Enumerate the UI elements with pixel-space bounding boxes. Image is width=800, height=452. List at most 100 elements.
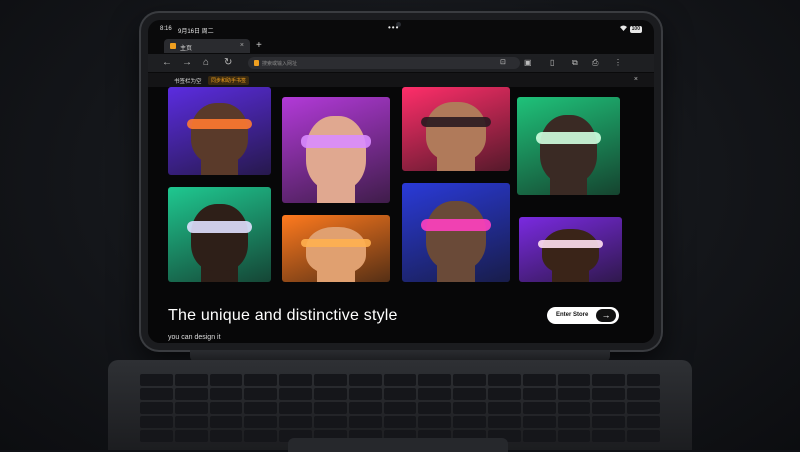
back-icon[interactable]: ← [162,57,172,69]
tab-home[interactable]: 主页 × [164,39,250,53]
gallery-photo[interactable] [517,97,620,195]
gallery-photo[interactable] [282,97,390,203]
address-bar[interactable]: 搜索或输入网址 ⊡ [248,57,520,69]
keyboard-key[interactable] [209,416,243,428]
keyboard-key[interactable] [592,374,626,386]
keyboard-key[interactable] [592,430,626,442]
page-headline: The unique and distinctive style [168,307,398,324]
keyboard-key[interactable] [627,430,660,442]
bookmarks-close-button[interactable]: × [634,76,638,83]
keyboard-key[interactable] [279,374,312,386]
keyboard-key[interactable] [174,416,208,428]
keyboard-key[interactable] [557,388,591,400]
sync-bookmarks-link[interactable]: 同步和助手书签 [208,76,250,85]
keyboard-key[interactable] [244,374,278,386]
keyboard-key[interactable] [348,388,382,400]
home-icon[interactable]: ⌂ [203,57,209,69]
keyboard-key[interactable] [487,374,521,386]
keyboard-key[interactable] [627,374,660,386]
keyboard-key[interactable] [244,430,278,442]
keyboard-key[interactable] [209,388,243,400]
keyboard-key[interactable] [418,374,452,386]
status-icons: 100 [619,25,642,33]
keyboard-key[interactable] [522,388,556,400]
keyboard-key[interactable] [140,430,173,442]
keyboard-key[interactable] [140,374,173,386]
new-tab-button[interactable]: + [256,40,262,51]
gallery-photo[interactable] [282,215,390,282]
forward-icon[interactable]: → [182,57,192,69]
scan-icon[interactable]: ⊡ [500,58,506,66]
keyboard-key[interactable] [140,402,173,414]
keyboard-key[interactable] [487,416,521,428]
keyboard-key[interactable] [487,388,521,400]
keyboard-key[interactable] [383,402,417,414]
keyboard-key[interactable] [418,402,452,414]
gallery-photo[interactable] [519,217,622,282]
gallery-photo[interactable] [168,87,271,175]
keyboard-key[interactable] [174,374,208,386]
keyboard-key[interactable] [627,416,660,428]
keyboard-key[interactable] [313,388,347,400]
bookmark-icon[interactable]: ▯ [550,58,554,67]
enter-store-button[interactable]: Enter Store → [547,307,619,324]
status-bar: 8:16 9月16日 周二 ••• 100 [148,20,654,36]
keyboard-key[interactable] [174,430,208,442]
reload-icon[interactable]: ↻ [224,57,232,69]
keyboard-key[interactable] [348,402,382,414]
keyboard-key[interactable] [627,388,660,400]
keyboard-key[interactable] [592,402,626,414]
keyboard-key[interactable] [209,374,243,386]
keyboard-key[interactable] [348,374,382,386]
keyboard-key[interactable] [348,416,382,428]
keyboard-key[interactable] [453,374,486,386]
reader-icon[interactable]: ▣ [524,58,532,67]
keyboard-key[interactable] [487,402,521,414]
gallery-photo[interactable] [402,183,510,282]
keyboard-key[interactable] [522,430,556,442]
gallery-photo[interactable] [402,87,510,171]
tab-title: 主页 [180,46,193,52]
keyboard-key[interactable] [557,402,591,414]
keyboard-key[interactable] [383,388,417,400]
keyboard-key[interactable] [313,416,347,428]
downloads-icon[interactable]: ⎙ [592,58,598,68]
more-menu-icon[interactable]: ⋮ [614,58,622,67]
keyboard-key[interactable] [279,388,312,400]
keyboard-key[interactable] [313,402,347,414]
keyboard-key[interactable] [383,416,417,428]
keyboard-key[interactable] [174,388,208,400]
keyboard-key[interactable] [522,374,556,386]
tab-close-button[interactable]: × [240,42,244,49]
keyboard-key[interactable] [418,388,452,400]
keyboard-key[interactable] [174,402,208,414]
keyboard-key[interactable] [209,430,243,442]
tablet-device: 8:16 9月16日 周二 ••• 100 主页 × + ← → ⌂ ↻ 搜索或… [141,13,661,350]
keyboard-key[interactable] [557,416,591,428]
keyboard-key[interactable] [592,416,626,428]
keyboard-key[interactable] [140,416,173,428]
keyboard-key[interactable] [453,416,486,428]
keyboard-key[interactable] [209,402,243,414]
keyboard-key[interactable] [313,374,347,386]
keyboard-key[interactable] [557,374,591,386]
keyboard-key[interactable] [418,416,452,428]
keyboard-key[interactable] [522,402,556,414]
keyboard-key[interactable] [279,402,312,414]
tabs-icon[interactable]: ⧉ [572,58,578,68]
keyboard-key[interactable] [279,416,312,428]
keyboard-key[interactable] [244,416,278,428]
keyboard-key[interactable] [140,388,173,400]
keyboard-key[interactable] [627,402,660,414]
keyboard-key[interactable] [557,430,591,442]
keyboard-key[interactable] [453,388,486,400]
keyboard-key[interactable] [244,388,278,400]
keyboard-key[interactable] [244,402,278,414]
keyboard-key[interactable] [453,402,486,414]
keyboard-key[interactable] [592,388,626,400]
keyboard-key[interactable] [522,416,556,428]
keyboard-key[interactable] [383,374,417,386]
gallery-photo[interactable] [168,187,271,282]
tablet-screen: 8:16 9月16日 周二 ••• 100 主页 × + ← → ⌂ ↻ 搜索或… [148,20,654,343]
multitask-dots[interactable]: ••• [388,23,399,32]
